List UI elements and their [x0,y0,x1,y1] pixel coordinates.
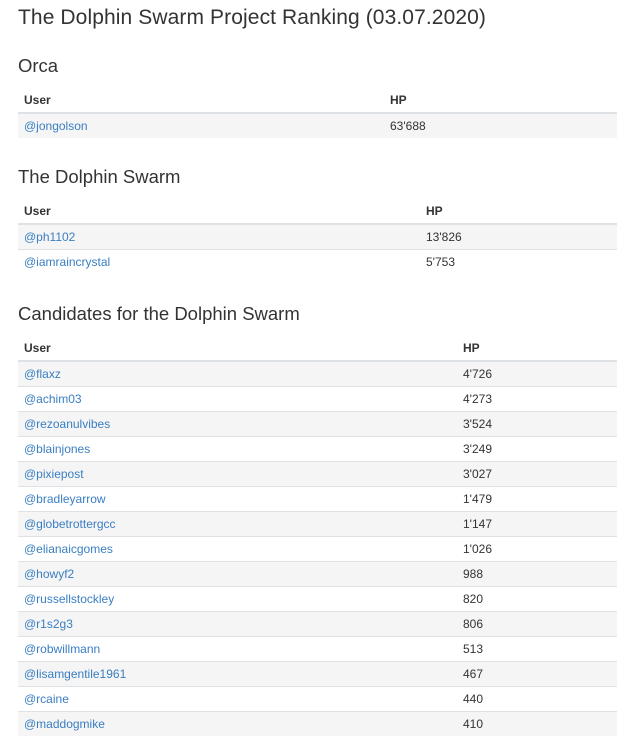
table-row: @rezoanulvibes 3'524 [18,411,617,437]
table-row: @pixiepost 3'027 [18,461,617,487]
user-cell: @howyf2 [18,561,457,587]
hp-value: 4'273 [457,386,617,412]
table-row: @jongolson 63'688 [18,112,617,138]
table-row: @flaxz 4'726 [18,360,617,387]
hp-value: 13'826 [420,223,617,250]
user-cell: @lisamgentile1961 [18,661,457,687]
user-link[interactable]: @pixiepost [24,467,84,481]
hp-value: 4'726 [457,360,617,387]
user-link[interactable]: @iamraincrystal [24,255,110,269]
user-cell: @iamraincrystal [18,249,420,274]
hp-value: 467 [457,661,617,687]
user-cell: @maddogmike [18,711,457,736]
hp-column-header: HP [384,88,617,114]
orca-table: User HP @jongolson 63'688 [18,88,617,138]
hp-value: 1'479 [457,486,617,512]
hp-value: 3'027 [457,461,617,487]
user-column-header: User [18,88,384,114]
user-cell: @r1s2g3 [18,611,457,637]
table-row: @ph1102 13'826 [18,223,617,250]
user-column-header: User [18,199,420,225]
table-header-row: User HP [18,199,617,225]
user-link[interactable]: @rcaine [24,692,69,706]
table-header-row: User HP [18,88,617,114]
table-row: @elianaicgomes 1'026 [18,536,617,562]
user-link[interactable]: @lisamgentile1961 [24,667,126,681]
hp-value: 5'753 [420,249,617,274]
user-column-header: User [18,336,457,362]
table-row: @globetrottergcc 1'147 [18,511,617,537]
hp-value: 440 [457,686,617,712]
user-link[interactable]: @maddogmike [24,717,105,731]
hp-value: 806 [457,611,617,637]
hp-value: 410 [457,711,617,736]
hp-column-header: HP [420,199,617,225]
table-row: @bradleyarrow 1'479 [18,486,617,512]
user-link[interactable]: @rezoanulvibes [24,417,110,431]
page-title: The Dolphin Swarm Project Ranking (03.07… [18,6,487,29]
user-cell: @elianaicgomes [18,536,457,562]
user-link[interactable]: @robwillmann [24,642,100,656]
user-link[interactable]: @achim03 [24,392,82,406]
hp-value: 63'688 [384,112,617,138]
user-link[interactable]: @jongolson [24,119,88,133]
user-cell: @ph1102 [18,223,420,250]
ranking-page: The Dolphin Swarm Project Ranking (03.07… [0,0,641,746]
user-link[interactable]: @flaxz [24,367,61,381]
hp-value: 988 [457,561,617,587]
user-link[interactable]: @ph1102 [24,230,75,244]
candidates-table: User HP @flaxz 4'726 @achim03 4'273 @rezoanu… [18,336,617,736]
user-cell: @globetrottergcc [18,511,457,537]
section-title-dolphin-swarm: The Dolphin Swarm [18,166,181,187]
hp-column-header: HP [457,336,617,362]
table-row: @rcaine 440 [18,686,617,712]
user-cell: @blainjones [18,436,457,462]
user-link[interactable]: @r1s2g3 [24,617,73,631]
table-row: @maddogmike 410 [18,711,617,736]
table-row: @r1s2g3 806 [18,611,617,637]
section-title-orca: Orca [18,55,59,76]
hp-value: 513 [457,636,617,662]
user-cell: @rcaine [18,686,457,712]
hp-value: 3'524 [457,411,617,437]
user-cell: @jongolson [18,112,384,138]
table-row: @achim03 4'273 [18,386,617,412]
table-header-row: User HP [18,336,617,362]
user-link[interactable]: @elianaicgomes [24,542,113,556]
user-cell: @russellstockley [18,586,457,612]
table-row: @lisamgentile1961 467 [18,661,617,687]
section-title-candidates: Candidates for the Dolphin Swarm [18,303,300,324]
user-cell: @bradleyarrow [18,486,457,512]
hp-value: 820 [457,586,617,612]
hp-value: 1'147 [457,511,617,537]
user-cell: @achim03 [18,386,457,412]
table-row: @howyf2 988 [18,561,617,587]
table-row: @robwillmann 513 [18,636,617,662]
user-cell: @robwillmann [18,636,457,662]
user-link[interactable]: @russellstockley [24,592,114,606]
user-link[interactable]: @howyf2 [24,567,74,581]
user-link[interactable]: @globetrottergcc [24,517,116,531]
hp-value: 1'026 [457,536,617,562]
hp-value: 3'249 [457,436,617,462]
user-cell: @rezoanulvibes [18,411,457,437]
user-link[interactable]: @blainjones [24,442,90,456]
table-row: @blainjones 3'249 [18,436,617,462]
user-link[interactable]: @bradleyarrow [24,492,106,506]
user-cell: @pixiepost [18,461,457,487]
user-cell: @flaxz [18,360,457,387]
table-row: @iamraincrystal 5'753 [18,249,617,274]
dolphin-swarm-table: User HP @ph1102 13'826 @iamraincrystal 5'75… [18,199,617,274]
table-row: @russellstockley 820 [18,586,617,612]
